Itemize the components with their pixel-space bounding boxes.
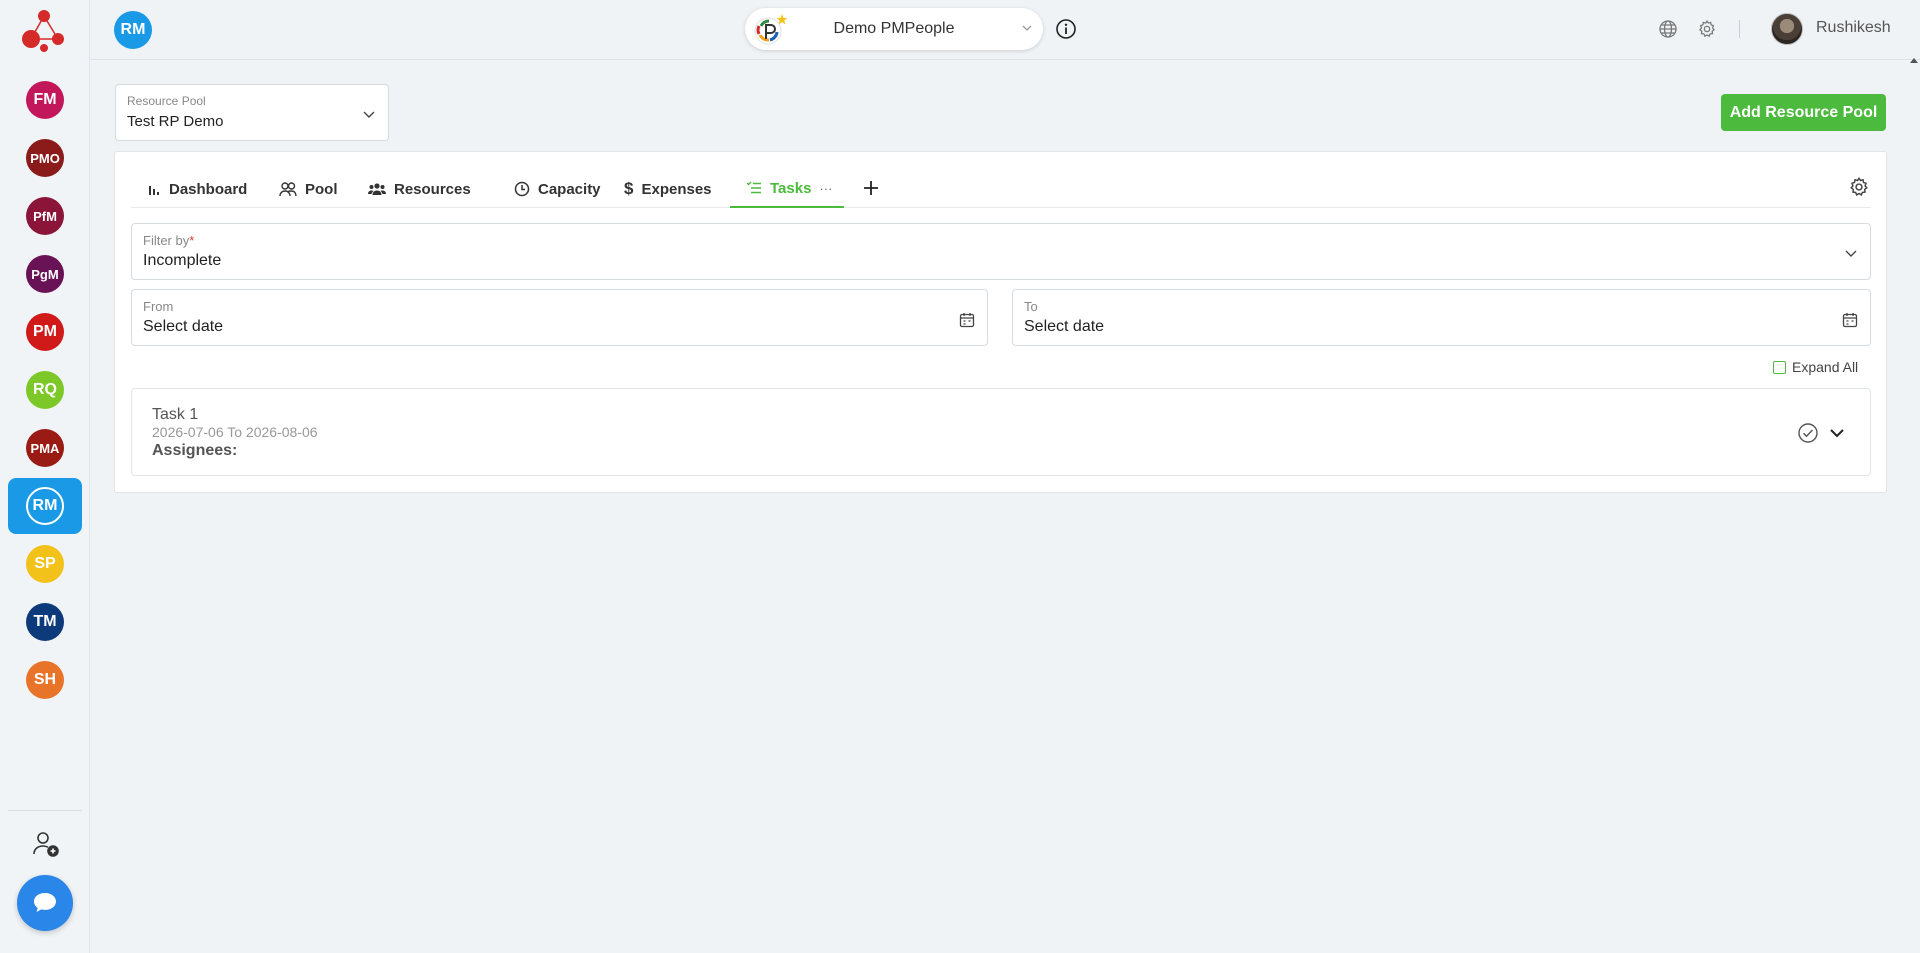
bar-chart-icon xyxy=(149,186,159,195)
checkbox-box[interactable] xyxy=(1773,360,1786,374)
calendar-icon[interactable] xyxy=(959,312,975,328)
sidebar-item-pmo[interactable]: PMO xyxy=(8,130,82,186)
filter-by-value: Incomplete xyxy=(143,252,222,269)
group-icon xyxy=(279,182,297,197)
tab-label: Resources xyxy=(394,180,471,198)
chevron-down-icon[interactable] xyxy=(1828,424,1846,442)
expand-all-label: Expand All xyxy=(1792,359,1859,375)
tab-dashboard[interactable]: Dashboard xyxy=(147,170,247,208)
sidebar-item-pfm[interactable]: PfM xyxy=(8,188,82,244)
module-avatar: PMO xyxy=(26,139,64,177)
sidebar-item-sh[interactable]: SH xyxy=(8,652,82,708)
module-avatar: PgM xyxy=(26,255,64,293)
people-icon xyxy=(368,183,386,195)
avatar[interactable] xyxy=(1771,13,1803,45)
check-circle-icon[interactable] xyxy=(1797,422,1819,444)
list-icon xyxy=(746,181,761,194)
module-avatar: PfM xyxy=(26,197,64,235)
sidebar-item-pm[interactable]: PM xyxy=(8,304,82,360)
sidebar-item-tm[interactable]: TM xyxy=(8,594,82,650)
add-user-button[interactable] xyxy=(30,828,62,860)
gear-icon[interactable] xyxy=(1697,19,1717,39)
add-resource-pool-button[interactable]: Add Resource Pool xyxy=(1721,94,1886,131)
module-badge[interactable]: RM xyxy=(114,11,152,49)
tab-more-icon[interactable]: ··· xyxy=(819,181,832,196)
module-avatar: SP xyxy=(26,545,64,583)
chat-bubble-icon xyxy=(34,893,56,912)
chevron-down-icon xyxy=(363,111,375,118)
main-card: Dashboard Pool Resources Capacity $ Expe… xyxy=(114,151,1887,493)
workspace-name: Demo PMPeople xyxy=(833,20,955,37)
module-avatar: RQ xyxy=(26,371,64,409)
sidebar-divider xyxy=(8,810,82,811)
task-item[interactable]: Task 1 2026-07-06 To 2026-08-06 Assignee… xyxy=(131,388,1871,476)
sidebar: FM PMO PfM PgM PM RQ PMA RM SP TM SH xyxy=(0,0,90,953)
top-bar: RM Demo PMPeople Rushikesh xyxy=(90,0,1920,60)
workspace-selector[interactable]: Demo PMPeople xyxy=(745,8,1043,50)
tab-label: Capacity xyxy=(538,180,601,198)
from-date-label: From xyxy=(143,299,174,314)
clock-icon xyxy=(514,181,530,197)
module-avatar: SH xyxy=(26,661,64,699)
sidebar-item-fm[interactable]: FM xyxy=(8,72,82,128)
add-tab-icon[interactable] xyxy=(861,178,881,198)
filter-by-label: Filter by* xyxy=(143,233,195,248)
tab-capacity[interactable]: Capacity xyxy=(514,170,601,208)
resource-pool-label: Resource Pool xyxy=(127,94,206,108)
sidebar-item-pgm[interactable]: PgM xyxy=(8,246,82,302)
sidebar-item-rq[interactable]: RQ xyxy=(8,362,82,418)
from-date-value: Select date xyxy=(143,318,224,335)
gear-icon[interactable] xyxy=(1848,176,1870,198)
calendar-icon[interactable] xyxy=(1842,312,1858,328)
tab-label: Expenses xyxy=(641,180,712,198)
module-avatar: PM xyxy=(26,313,64,351)
tab-tasks[interactable]: Tasks ··· xyxy=(730,170,844,208)
chevron-down-icon xyxy=(1022,25,1032,31)
tab-label: Tasks xyxy=(770,179,812,197)
resource-pool-value: Test RP Demo xyxy=(127,113,224,130)
add-user-icon xyxy=(33,832,59,857)
globe-icon[interactable] xyxy=(1658,19,1678,39)
task-assignees-label: Assignees: xyxy=(152,442,238,459)
chevron-down-icon xyxy=(1845,250,1857,257)
info-icon[interactable] xyxy=(1055,18,1077,40)
tab-pool[interactable]: Pool xyxy=(279,170,338,208)
module-avatar: FM xyxy=(26,81,64,119)
from-date-field[interactable]: From Select date xyxy=(131,289,988,346)
chat-button[interactable] xyxy=(17,875,73,931)
user-name[interactable]: Rushikesh xyxy=(1816,19,1891,37)
sidebar-item-rm[interactable]: RM xyxy=(8,478,82,534)
module-avatar: TM xyxy=(26,603,64,641)
top-bar-divider xyxy=(1739,20,1740,38)
scrollbar-up-arrow[interactable] xyxy=(1910,58,1918,63)
sidebar-item-pma[interactable]: PMA xyxy=(8,420,82,476)
module-list: FM PMO PfM PgM PM RQ PMA RM SP TM SH xyxy=(0,70,90,710)
tab-label: Pool xyxy=(305,180,338,198)
to-date-field[interactable]: To Select date xyxy=(1012,289,1871,346)
expand-all-checkbox[interactable]: Expand All xyxy=(1773,359,1858,375)
tab-expenses[interactable]: $ Expenses xyxy=(624,170,712,208)
tab-bar: Dashboard Pool Resources Capacity $ Expe… xyxy=(131,170,1871,208)
tab-label: Dashboard xyxy=(169,180,248,198)
task-title: Task 1 xyxy=(152,406,199,423)
to-date-label: To xyxy=(1024,299,1038,314)
module-avatar: RM xyxy=(26,487,64,525)
dollar-icon: $ xyxy=(624,179,634,198)
to-date-value: Select date xyxy=(1024,318,1105,335)
task-dates: 2026-07-06 To 2026-08-06 xyxy=(152,424,318,440)
module-avatar: PMA xyxy=(26,429,64,467)
sidebar-item-sp[interactable]: SP xyxy=(8,536,82,592)
resource-pool-select[interactable]: Resource Pool Test RP Demo xyxy=(115,84,389,141)
filter-by-select[interactable]: Filter by* Incomplete xyxy=(131,223,1871,280)
app-logo-icon[interactable] xyxy=(18,4,70,54)
tab-resources[interactable]: Resources xyxy=(368,170,471,208)
